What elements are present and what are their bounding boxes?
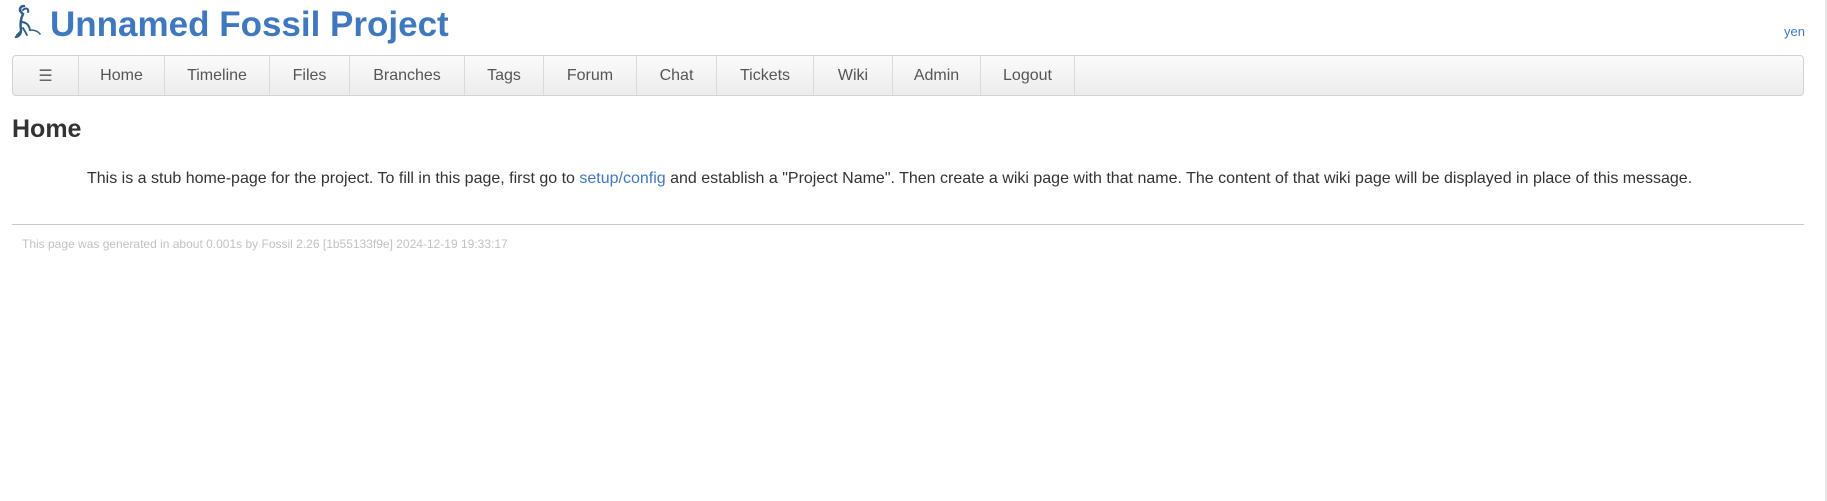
menu-item-forum[interactable]: Forum	[544, 56, 637, 95]
menu-item-tags[interactable]: Tags	[465, 56, 544, 95]
page-title: Home	[12, 115, 82, 143]
menu-item-admin[interactable]: Admin	[893, 56, 981, 95]
menu-item-branches[interactable]: Branches	[350, 56, 465, 95]
content-text-after: and establish a "Project Name". Then cre…	[665, 170, 1693, 187]
header: Unnamed Fossil Project yen	[0, 0, 1827, 52]
setup-config-link[interactable]: setup/config	[579, 170, 665, 187]
project-title[interactable]: Unnamed Fossil Project	[50, 5, 449, 45]
menu-item-chat[interactable]: Chat	[637, 56, 717, 95]
hamburger-menu-icon[interactable]: ☰	[13, 56, 79, 95]
main-menu: ☰ Home Timeline Files Branches Tags Foru…	[12, 55, 1804, 96]
footer-divider	[12, 224, 1804, 225]
menu-item-wiki[interactable]: Wiki	[814, 56, 893, 95]
footer-text: This page was generated in about 0.001s …	[22, 237, 508, 251]
page-content: This is a stub home-page for the project…	[87, 169, 1692, 189]
menu-item-timeline[interactable]: Timeline	[165, 56, 270, 95]
menu-item-files[interactable]: Files	[270, 56, 350, 95]
content-text-before: This is a stub home-page for the project…	[87, 170, 580, 187]
menu-item-tickets[interactable]: Tickets	[717, 56, 814, 95]
menu-item-logout[interactable]: Logout	[981, 56, 1075, 95]
fossil-page: Unnamed Fossil Project yen ☰ Home Timeli…	[0, 0, 1827, 501]
login-user-link[interactable]: yen	[1784, 24, 1805, 39]
menu-item-home[interactable]: Home	[79, 56, 165, 95]
fossil-logo-icon[interactable]	[10, 4, 42, 40]
